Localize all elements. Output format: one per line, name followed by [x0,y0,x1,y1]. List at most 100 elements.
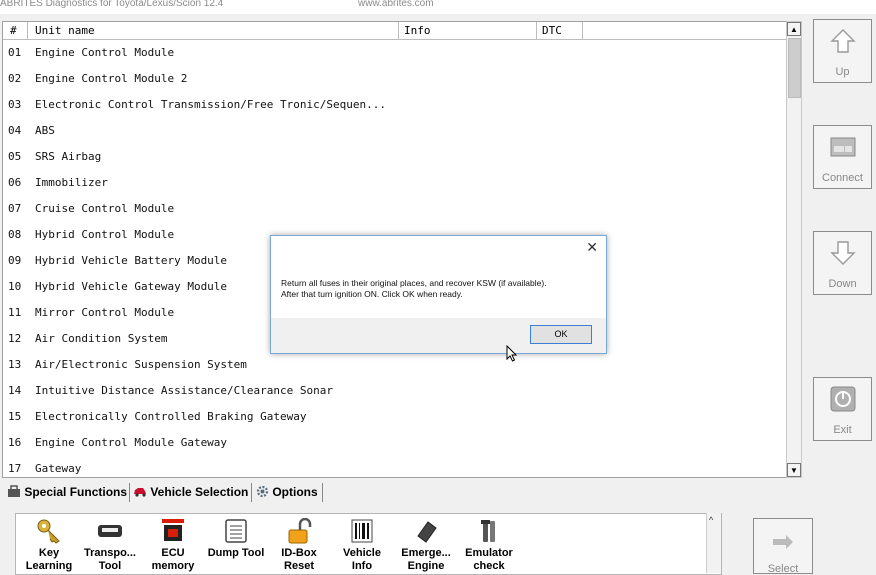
select-button-label: Select [767,563,799,575]
unlock-icon [288,518,312,544]
toolbox-icon [8,485,20,497]
row-unit-name: Air/Electronic Suspension System [35,358,247,371]
row-unit-name: ABS [35,124,55,137]
table-row[interactable]: 03 Electronic Control Transmission/Free T… [3,92,786,118]
message-dialog: ✕ Return all fuses in their original pla… [270,235,607,354]
tool-label-line-2: Reset [284,560,314,572]
ecu-chip-icon [162,519,184,541]
column-header-dtc[interactable]: DTC [542,24,562,37]
arrow-up-icon [830,29,856,53]
dialog-message-line-1: Return all fuses in their original place… [281,278,547,288]
row-number: 02 [8,72,22,85]
tab-options-label: Options [272,485,318,499]
column-header-number[interactable]: # [10,24,17,37]
row-number: 07 [8,202,22,215]
power-icon [830,386,856,412]
key-learning-button[interactable]: Key Learning [16,518,82,573]
list-header: # Unit name Info DTC [3,22,786,40]
dump-tool-button[interactable]: Dump Tool [203,518,269,560]
row-unit-name: Hybrid Control Module [35,228,175,241]
scroll-up-arrow-icon[interactable]: ▲ [787,22,801,36]
tool-label-line-1: Transpo... [84,547,136,559]
row-unit-name: Hybrid Vehicle Gateway Module [35,280,228,293]
down-button-label: Down [828,278,857,290]
row-number: 01 [8,46,22,59]
row-unit-name: Intuitive Distance Assistance/Clearance … [35,384,334,397]
row-unit-name: Mirror Control Module [35,306,175,319]
table-row[interactable]: 15 Electronically Controlled Braking Gate… [3,404,786,430]
table-row[interactable]: 04 ABS [3,118,786,144]
exit-button-label: Exit [833,424,852,436]
key-icon [37,519,60,544]
row-unit-name: Electronically Controlled Braking Gatewa… [35,410,307,423]
tool-label-line-2: memory [151,560,195,572]
table-row[interactable]: 01 Engine Control Module [3,40,786,66]
table-row[interactable]: 07 Cruise Control Module [3,196,786,222]
up-button-label: Up [835,66,850,78]
function-tabs: Special Functions Vehicle Selection Opti… [2,481,802,503]
emulator-check-button[interactable]: Emulator check [456,518,522,573]
down-button[interactable]: Down [813,231,872,295]
row-unit-name: Hybrid Vehicle Battery Module [35,254,228,267]
row-unit-name: SRS Airbag [35,150,102,163]
table-row[interactable]: 16 Engine Control Module Gateway [3,430,786,456]
scroll-down-arrow-icon[interactable]: ▼ [787,463,801,477]
column-header-info[interactable]: Info [404,24,431,37]
vehicle-info-button[interactable]: Vehicle Info [329,518,395,573]
column-header-unit-name[interactable]: Unit name [35,24,95,37]
tool-label-line-2: Engine [407,560,445,572]
ecu-memory-button[interactable]: ECU memory [140,518,206,573]
dialog-message: Return all fuses in their original place… [281,278,596,300]
title-bar: ABRITES Diagnostics for Toyota/Lexus/Sci… [0,0,876,14]
table-row[interactable]: 13 Air/Electronic Suspension System [3,352,786,378]
row-number: 09 [8,254,22,267]
tab-special-functions[interactable]: Special Functions [7,481,127,503]
list-scrollbar[interactable]: ▲ ▼ [786,21,802,478]
up-button[interactable]: Up [813,19,872,83]
table-row[interactable]: 06 Immobilizer [3,170,786,196]
row-number: 13 [8,358,22,371]
row-unit-name: Engine Control Module Gateway [35,436,228,449]
tool-label-line-1: Emerge... [401,547,451,559]
dialog-body: ✕ Return all fuses in their original pla… [271,236,606,318]
row-number: 12 [8,332,22,345]
id-box-reset-button[interactable]: ID-Box Reset [266,518,332,573]
row-number: 16 [8,436,22,449]
row-unit-name: Cruise Control Module [35,202,175,215]
gear-icon [256,485,269,498]
table-row[interactable]: 14 Intuitive Distance Assistance/Clearanc… [3,378,786,404]
tab-vehicle-selection[interactable]: Vehicle Selection [133,481,248,503]
tool-label-line-1: ID-Box [281,547,317,559]
connect-button-label: Connect [822,172,863,184]
select-button[interactable]: Select [753,518,813,575]
car-icon [134,488,146,497]
row-number: 04 [8,124,22,137]
tab-options[interactable]: Options [256,481,318,503]
exit-button[interactable]: Exit [813,377,872,441]
special-functions-toolbar: Key Learning Transpo... Tool ECU memory … [15,513,722,575]
row-number: 05 [8,150,22,163]
chevron-up-icon[interactable]: ^ [709,515,713,525]
row-number: 03 [8,98,22,111]
tool-label-line-2: Learning [25,560,73,572]
tool-label-line-1: ECU [161,547,185,559]
row-unit-name: Gateway [35,462,82,475]
table-row[interactable]: 17 Gateway [3,456,786,477]
window-url: www.abrites.com [358,0,434,9]
close-icon[interactable]: ✕ [586,239,598,256]
row-unit-name: Engine Control Module 2 [35,72,188,85]
connect-button[interactable]: Connect [813,125,872,189]
scrollbar-thumb[interactable] [788,38,801,98]
table-row[interactable]: 02 Engine Control Module 2 [3,66,786,92]
emergency-engine-button[interactable]: Emerge... Engine [393,518,459,573]
ok-button[interactable]: OK [530,325,592,344]
tool-label-line-2: Info [351,560,373,572]
row-number: 10 [8,280,22,293]
arrow-down-icon [830,241,856,265]
barcode-icon [351,519,373,543]
table-row[interactable]: 05 SRS Airbag [3,144,786,170]
arrow-right-icon [773,535,793,549]
transponder-tool-button[interactable]: Transpo... Tool [77,518,143,573]
row-number: 11 [8,306,22,319]
toolbar-scrollbar[interactable]: ^ [706,513,721,573]
